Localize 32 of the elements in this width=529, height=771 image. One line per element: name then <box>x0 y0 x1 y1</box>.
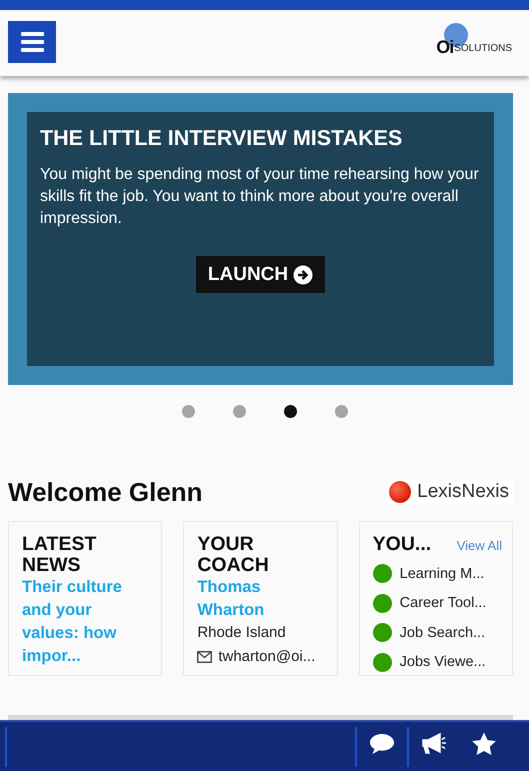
menu-button[interactable] <box>8 21 56 63</box>
logo-mark: Oi <box>436 38 454 56</box>
list-item-text[interactable]: Career Tool... <box>400 595 486 612</box>
card-title: LATEST NEWS <box>22 534 98 576</box>
coach-email: twharton@oi... <box>218 647 316 667</box>
card-title: YOU... <box>372 534 432 555</box>
slide-text: You might be spending most of your time rehearsing how your skills fit the job. You want to think more about you're overall impression. <box>40 165 480 229</box>
welcome-heading: Welcome Glenn <box>8 476 203 508</box>
list-item-text[interactable]: Learning M... <box>400 566 484 582</box>
carousel-dot[interactable] <box>232 405 246 418</box>
megaphone-icon[interactable] <box>420 731 448 757</box>
coach-location: Rhode Island <box>197 623 287 643</box>
status-dot <box>372 623 392 642</box>
sphere-icon <box>389 481 412 503</box>
logo-name: SOLUTIONS <box>454 43 512 54</box>
status-dot <box>372 594 392 613</box>
carousel-dot[interactable] <box>284 405 296 418</box>
slide-title: THE LITTLE INTERVIEW MISTAKES <box>40 126 404 151</box>
star-icon[interactable] <box>470 731 498 757</box>
view-all-link[interactable]: View All <box>456 538 502 553</box>
carousel-dot[interactable] <box>182 405 194 418</box>
speech-bubble-icon[interactable] <box>368 731 396 757</box>
carousel-dot[interactable] <box>334 405 348 418</box>
launch-button[interactable]: LAUNCH <box>196 256 326 293</box>
card-title: YOUR COACH <box>197 534 270 576</box>
list-item-text[interactable]: Jobs Viewe... <box>400 654 486 670</box>
status-dot <box>372 564 392 584</box>
partner-logo-text: LexisNexis <box>417 481 509 503</box>
status-dot <box>372 652 392 672</box>
list-item-text[interactable]: Job Search... <box>400 624 486 641</box>
arrow-circle-icon <box>293 264 314 284</box>
envelope-icon <box>197 651 212 663</box>
